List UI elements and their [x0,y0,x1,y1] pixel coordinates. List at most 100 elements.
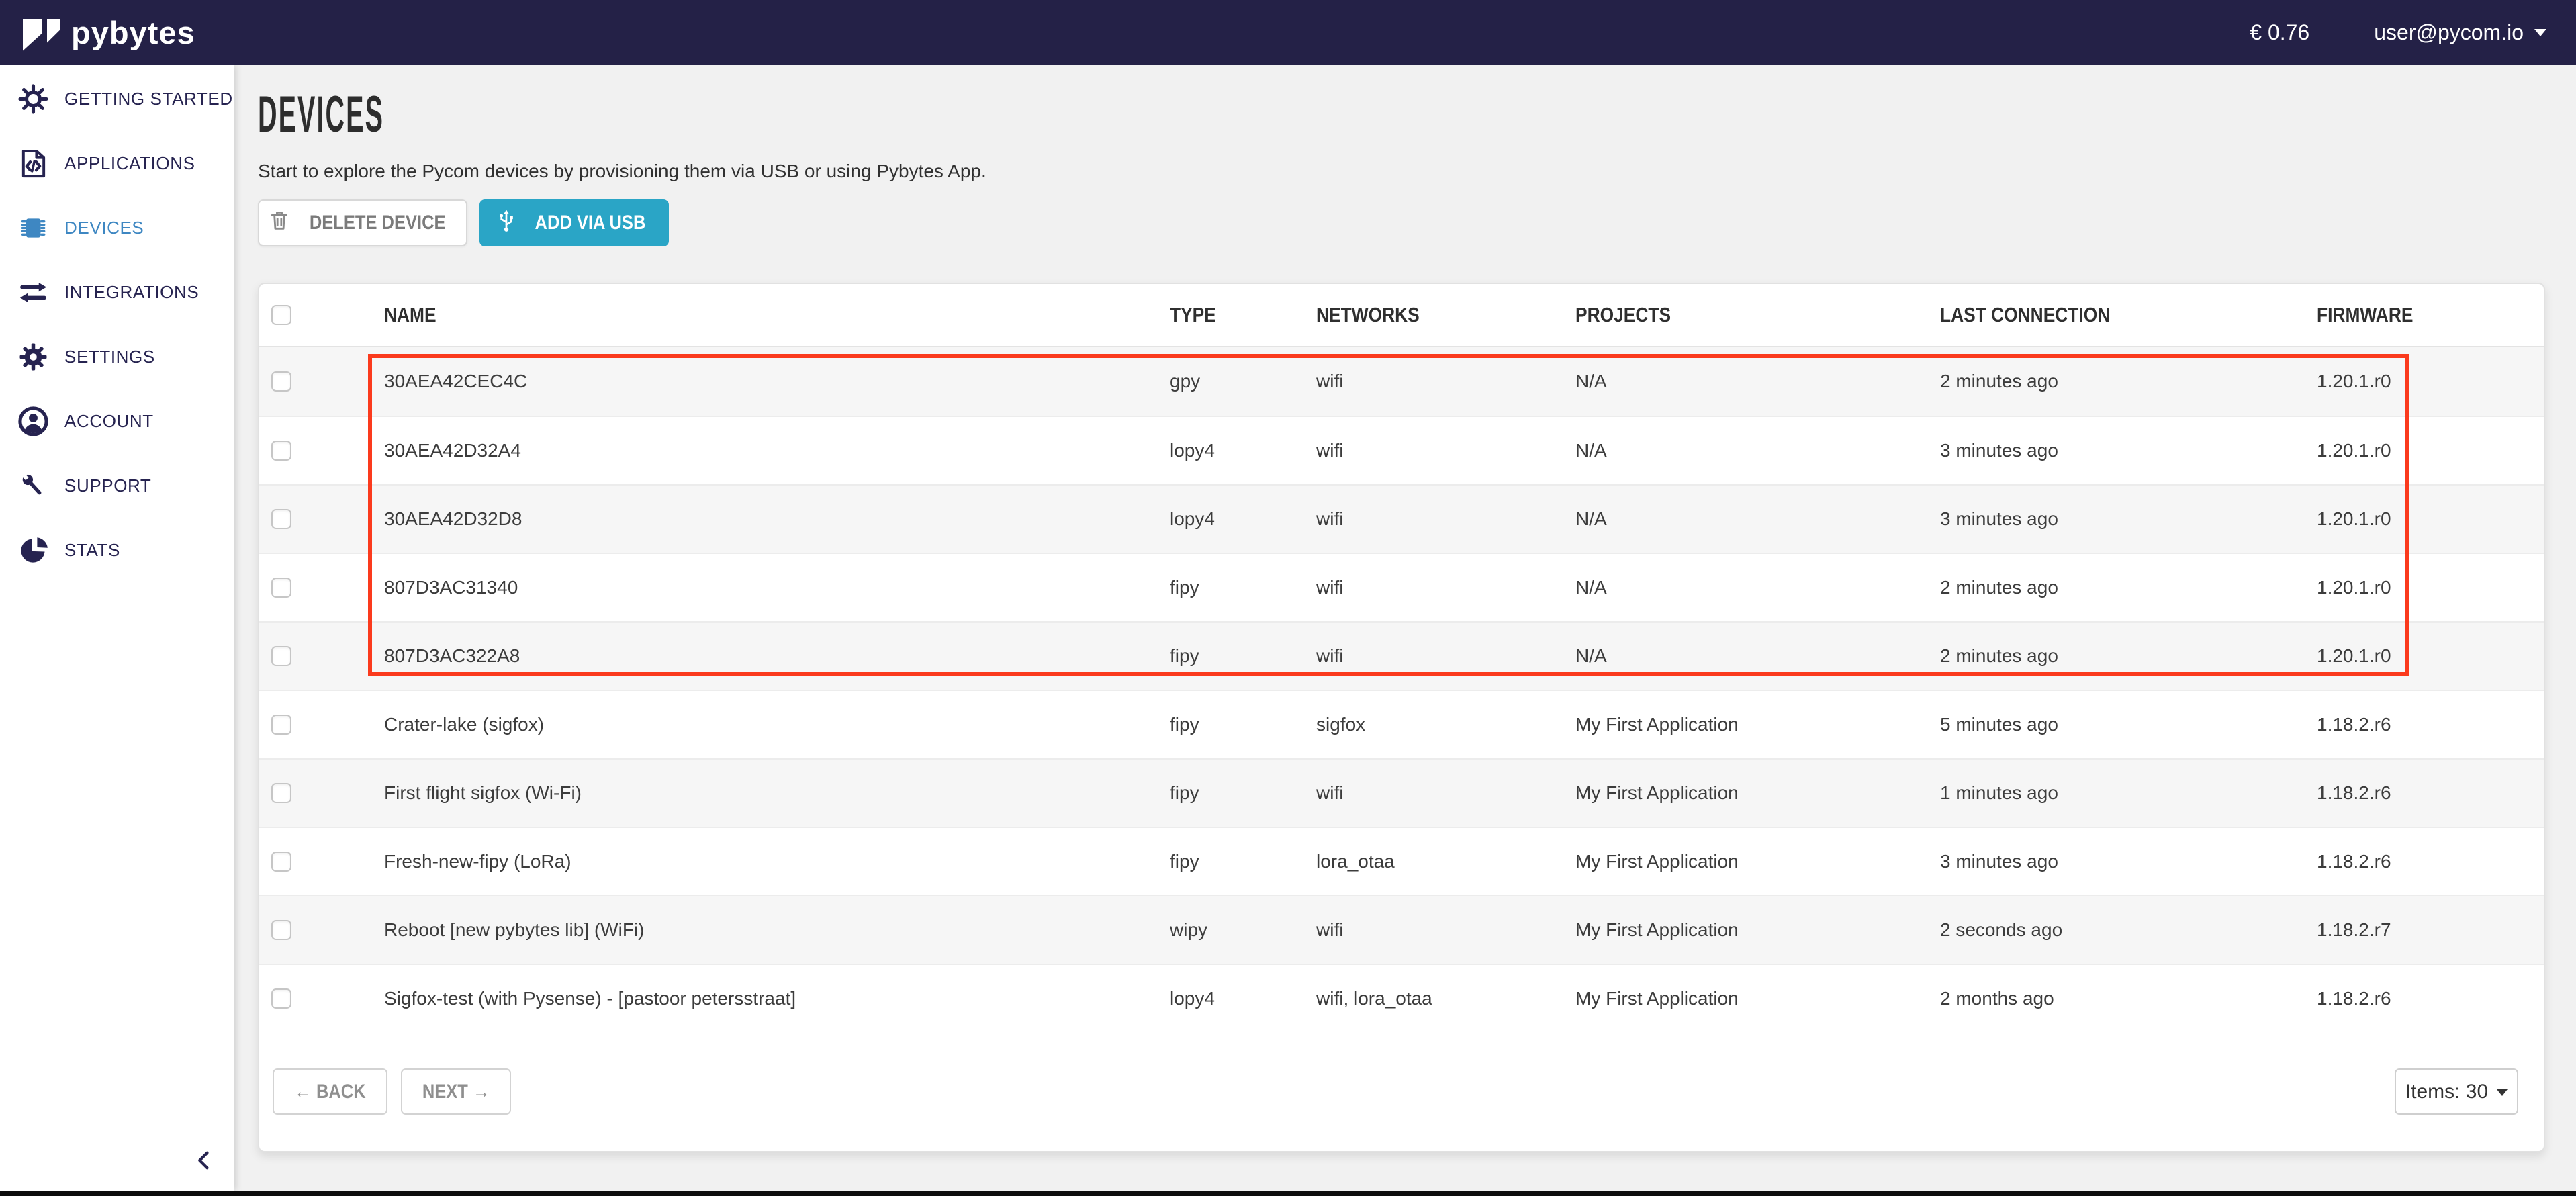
device-projects-cell: My First Application [1575,851,1940,872]
usb-icon [493,207,520,239]
row-checkbox[interactable] [271,441,291,461]
table-row[interactable]: 807D3AC31340 fipy wifi N/A 2 minutes ago… [259,553,2544,621]
toolbar: DELETE DEVICE ADD VIA USB [258,199,2545,246]
device-projects-cell: N/A [1575,371,1940,392]
pycom-flags-icon [23,19,60,51]
device-projects-cell: My First Application [1575,988,1940,1009]
device-networks-cell: wifi [1316,440,1575,461]
row-checkbox[interactable] [271,646,291,666]
bottom-edge-strip [0,1191,2576,1196]
table-row[interactable]: 30AEA42D32D8 lopy4 wifi N/A 3 minutes ag… [259,484,2544,553]
device-firmware-cell: 1.20.1.r0 [2317,371,2544,392]
table-row[interactable]: Fresh-new-fipy (LoRa) fipy lora_otaa My … [259,827,2544,895]
row-checkbox[interactable] [271,715,291,735]
device-firmware-cell: 1.18.2.r6 [2317,714,2544,735]
device-firmware-cell: 1.18.2.r6 [2317,782,2544,804]
account-balance: € 0.76 [2250,20,2309,45]
sidebar-item-devices[interactable]: DEVICES [0,195,234,260]
sidebar-item-label: ACCOUNT [64,411,154,432]
select-all-checkbox[interactable] [271,305,291,325]
device-type-cell: fipy [1170,714,1316,735]
device-firmware-cell: 1.20.1.r0 [2317,645,2544,667]
row-checkbox[interactable] [271,509,291,529]
row-checkbox[interactable] [271,371,291,392]
device-projects-cell: My First Application [1575,782,1940,804]
device-networks-cell: wifi [1316,782,1575,804]
column-header-last-connection: LAST CONNECTION [1940,303,2110,327]
row-checkbox[interactable] [271,783,291,803]
device-name-cell: 30AEA42CEC4C [369,371,1170,392]
sidebar-item-label: GETTING STARTED [64,89,233,109]
table-row[interactable]: Reboot [new pybytes lib] (WiFi) wipy wif… [259,895,2544,964]
swap-arrows-icon [15,277,51,308]
back-button[interactable]: ← BACK [273,1068,387,1115]
sidebar-item-settings[interactable]: SETTINGS [0,324,234,389]
device-networks-cell: wifi, lora_otaa [1316,988,1575,1009]
delete-device-button[interactable]: DELETE DEVICE [258,199,467,246]
pie-chart-icon [15,535,51,566]
sidebar-item-getting-started[interactable]: GETTING STARTED [0,66,234,131]
device-last-connection-cell: 3 minutes ago [1940,851,2317,872]
device-networks-cell: wifi [1316,645,1575,667]
sidebar-item-label: SETTINGS [64,347,155,367]
device-name-cell: First flight sigfox (Wi-Fi) [369,782,1170,804]
device-last-connection-cell: 3 minutes ago [1940,440,2317,461]
table-row[interactable]: 30AEA42D32A4 lopy4 wifi N/A 3 minutes ag… [259,416,2544,484]
add-via-usb-label: ADD VIA USB [535,212,646,234]
device-last-connection-cell: 2 minutes ago [1940,577,2317,598]
device-type-cell: lopy4 [1170,988,1316,1009]
column-header-projects: PROJECTS [1575,303,1671,327]
pybytes-logo: pybytes [23,14,195,51]
sidebar-item-label: DEVICES [64,218,144,238]
delete-device-label: DELETE DEVICE [310,212,446,234]
table-row[interactable]: 807D3AC322A8 fipy wifi N/A 2 minutes ago… [259,621,2544,690]
row-checkbox[interactable] [271,920,291,940]
device-name-cell: Crater-lake (sigfox) [369,714,1170,735]
device-type-cell: fipy [1170,782,1316,804]
device-type-cell: fipy [1170,645,1316,667]
items-per-page-label: Items: 30 [2405,1080,2488,1103]
device-last-connection-cell: 1 minutes ago [1940,782,2317,804]
device-networks-cell: wifi [1316,919,1575,941]
device-name-cell: 30AEA42D32A4 [369,440,1170,461]
device-type-cell: lopy4 [1170,508,1316,530]
device-name-cell: 30AEA42D32D8 [369,508,1170,530]
sidebar-item-applications[interactable]: APPLICATIONS [0,131,234,195]
device-firmware-cell: 1.18.2.r6 [2317,988,2544,1009]
row-checkbox[interactable] [271,852,291,872]
table-row[interactable]: Crater-lake (sigfox) fipy sigfox My Firs… [259,690,2544,758]
items-per-page-dropdown[interactable]: Items: 30 [2395,1068,2518,1115]
chip-icon [15,212,51,244]
sidebar-item-label: STATS [64,540,120,561]
add-via-usb-button[interactable]: ADD VIA USB [479,199,669,246]
device-type-cell: gpy [1170,371,1316,392]
table-row[interactable]: 30AEA42CEC4C gpy wifi N/A 2 minutes ago … [259,347,2544,416]
wrench-icon [15,470,51,502]
device-networks-cell: wifi [1316,577,1575,598]
table-row[interactable]: First flight sigfox (Wi-Fi) fipy wifi My… [259,758,2544,827]
user-menu[interactable]: user@pycom.io [2374,20,2546,45]
page-title: DEVICES [258,88,2545,142]
table-header-row: NAME TYPE NETWORKS PROJECTS LAST CONNECT… [259,284,2544,347]
column-header-firmware: FIRMWARE [2317,303,2413,327]
code-document-icon [15,148,51,179]
sidebar: GETTING STARTED APPLICATIONS [0,65,234,1191]
row-checkbox[interactable] [271,988,291,1009]
table-row[interactable]: Sigfox-test (with Pysense) - [pastoor pe… [259,964,2544,1032]
next-button[interactable]: NEXT → [401,1068,511,1115]
table-body: 30AEA42CEC4C gpy wifi N/A 2 minutes ago … [259,347,2544,1032]
device-projects-cell: N/A [1575,577,1940,598]
sidebar-item-label: APPLICATIONS [64,153,195,174]
sidebar-item-label: SUPPORT [64,475,151,496]
sidebar-item-stats[interactable]: STATS [0,518,234,582]
sidebar-item-integrations[interactable]: INTEGRATIONS [0,260,234,324]
device-projects-cell: N/A [1575,440,1940,461]
sidebar-collapse-button[interactable] [192,1148,216,1176]
row-checkbox[interactable] [271,578,291,598]
device-firmware-cell: 1.20.1.r0 [2317,440,2544,461]
sidebar-item-support[interactable]: SUPPORT [0,453,234,518]
device-name-cell: Sigfox-test (with Pysense) - [pastoor pe… [369,988,1170,1009]
sidebar-item-account[interactable]: ACCOUNT [0,389,234,453]
device-last-connection-cell: 3 minutes ago [1940,508,2317,530]
device-projects-cell: N/A [1575,508,1940,530]
